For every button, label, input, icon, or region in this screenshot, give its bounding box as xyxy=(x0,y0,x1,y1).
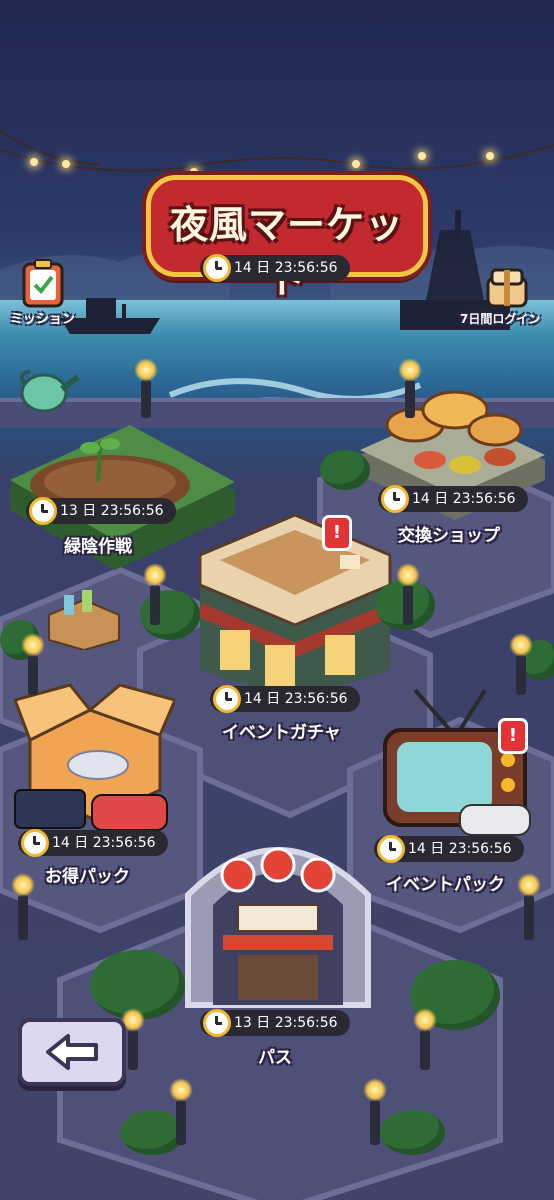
clock-icon xyxy=(21,829,49,857)
greenery-timer-text: 13 日 23:56:56 xyxy=(60,503,164,519)
clock-icon xyxy=(381,485,409,513)
clock-icon xyxy=(29,497,57,525)
login-label: 7日間ログイン xyxy=(460,312,541,326)
string-light xyxy=(352,160,360,168)
greenery-label[interactable]: 緑陰作戦 xyxy=(64,532,132,557)
street-lamp xyxy=(169,1078,193,1145)
back-arrow-icon xyxy=(46,1034,98,1070)
clock-icon xyxy=(377,835,405,863)
bush xyxy=(140,590,200,640)
game-scene: ! ! 夜風マーケッ 14 日 23:56:56 ミッション 7日間ログイン 1… xyxy=(0,0,554,1200)
string-light xyxy=(418,152,426,160)
street-lamp xyxy=(517,873,541,940)
deal-timer: 14 日 23:56:56 xyxy=(18,829,168,857)
back-button[interactable] xyxy=(18,1018,126,1086)
gift-box-icon xyxy=(486,268,528,308)
clipboard-check-icon xyxy=(22,259,64,308)
street-lamp xyxy=(134,358,158,418)
event-pack-timer: 14 日 23:56:56 xyxy=(374,835,524,863)
recycle-box xyxy=(48,590,120,650)
bush xyxy=(320,450,370,490)
event-timer-text: 14 日 23:56:56 xyxy=(234,260,338,276)
street-lamp xyxy=(398,358,422,418)
event-title: 夜風マーケット xyxy=(169,203,404,302)
street-lamp xyxy=(21,633,45,695)
gacha-label[interactable]: イベントガチャ xyxy=(222,718,341,743)
pass-arch-building[interactable] xyxy=(178,815,378,1010)
event-pack-timer-text: 14 日 23:56:56 xyxy=(408,841,512,857)
event-timer: 14 日 23:56:56 xyxy=(200,254,350,282)
login-bonus-button[interactable] xyxy=(484,268,530,310)
clock-icon xyxy=(213,685,241,713)
street-lamp xyxy=(11,873,35,940)
exchange-timer: 14 日 23:56:56 xyxy=(378,485,528,513)
deal-label[interactable]: お得パック xyxy=(45,862,130,887)
watering-can-icon xyxy=(19,369,80,413)
clock-icon xyxy=(203,1009,231,1037)
clock-icon xyxy=(203,254,231,282)
street-lamp xyxy=(143,563,167,625)
event-pack-tv[interactable] xyxy=(375,685,545,845)
street-lamp xyxy=(413,1008,437,1070)
street-lamp xyxy=(509,633,533,695)
gacha-timer-text: 14 日 23:56:56 xyxy=(244,691,348,707)
street-lamp xyxy=(396,563,420,625)
event-pack-label[interactable]: イベントパック xyxy=(386,870,505,895)
street-lamp xyxy=(363,1078,387,1145)
exchange-label[interactable]: 交換ショップ xyxy=(398,521,500,546)
string-light xyxy=(30,158,38,166)
mission-button[interactable] xyxy=(20,258,66,308)
pass-timer-text: 13 日 23:56:56 xyxy=(234,1015,338,1031)
bush xyxy=(380,1110,445,1155)
gacha-alert-badge: ! xyxy=(322,515,352,551)
greenery-timer: 13 日 23:56:56 xyxy=(26,497,176,525)
string-light xyxy=(486,152,494,160)
gacha-timer: 14 日 23:56:56 xyxy=(210,685,360,713)
gacha-building[interactable] xyxy=(190,510,400,700)
deal-timer-text: 14 日 23:56:56 xyxy=(52,835,156,851)
mission-label: ミッション xyxy=(10,312,76,327)
exchange-timer-text: 14 日 23:56:56 xyxy=(412,491,516,507)
event-pack-alert-badge: ! xyxy=(498,718,528,754)
pass-label[interactable]: パス xyxy=(258,1043,292,1068)
street-lamp xyxy=(121,1008,145,1070)
deal-pack-box[interactable] xyxy=(10,680,175,840)
string-light xyxy=(62,160,70,168)
pass-timer: 13 日 23:56:56 xyxy=(200,1009,350,1037)
